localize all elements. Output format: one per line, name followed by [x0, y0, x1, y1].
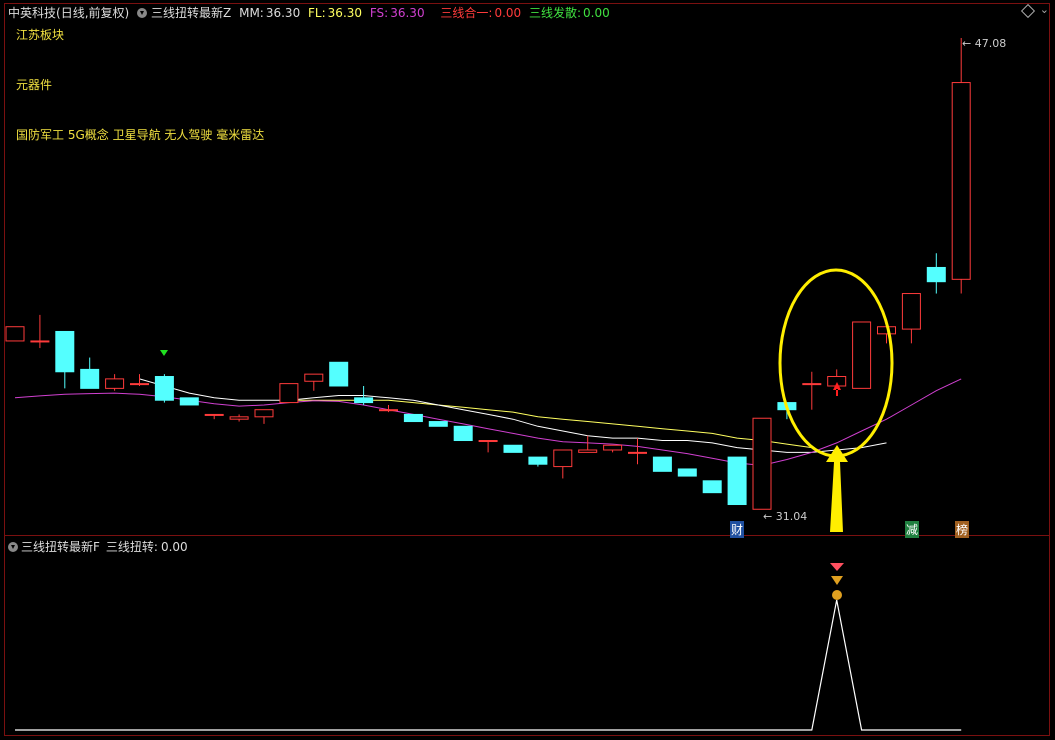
candle-down: [677, 468, 697, 477]
candle-up: [478, 440, 498, 443]
candle-up: [553, 449, 573, 468]
gem-icon: [830, 563, 844, 571]
candle-down: [80, 368, 100, 389]
candle-down: [329, 361, 349, 387]
candle-down: [428, 421, 448, 427]
candle-down: [503, 444, 523, 453]
candle-down: [154, 376, 174, 401]
rank-marker[interactable]: 榜: [955, 521, 970, 538]
candle-up: [603, 444, 623, 451]
high-price-tag: ← 47.08: [962, 37, 1007, 50]
candle-up: [304, 373, 324, 382]
candle-up: [752, 417, 772, 510]
sub-indicator-menu-icon[interactable]: [8, 542, 18, 552]
ma-slow-line: [288, 399, 812, 449]
candle-down: [652, 456, 672, 472]
candle-up: [628, 451, 647, 454]
candle-up: [951, 82, 971, 280]
reduce-marker[interactable]: 减: [905, 521, 920, 538]
candle-up: [802, 383, 822, 386]
candle-down: [528, 456, 548, 465]
candle-up: [229, 416, 249, 420]
candle-down: [926, 266, 946, 283]
trophy-icon: [831, 576, 843, 585]
sub-pane-header: 三线扭转最新F 三线扭转: 0.00: [8, 538, 188, 555]
low-price-value: 31.04: [775, 510, 808, 523]
candle-up: [279, 383, 299, 404]
candle-down: [403, 413, 423, 423]
candle-down: [55, 330, 75, 373]
highlight-ellipse: [778, 268, 894, 458]
highlight-arrow: [826, 445, 848, 532]
low-price-tag: ← 31.04: [763, 510, 808, 523]
candle-up: [852, 321, 872, 389]
candle-up: [30, 340, 50, 343]
candle-down: [354, 397, 374, 404]
sub-indicator-name[interactable]: 三线扭转最新F: [21, 540, 100, 554]
sub-value: 0.00: [160, 540, 188, 554]
signal-down-arrow: [160, 350, 168, 356]
candle-down: [179, 397, 199, 406]
candle-up: [130, 383, 149, 386]
candle-down: [727, 456, 747, 506]
finance-marker[interactable]: 财: [730, 521, 745, 538]
candle-down: [702, 480, 722, 494]
sub-indicator-line: [15, 599, 962, 731]
money-bag-icon: [832, 590, 842, 600]
candle-down: [453, 425, 473, 442]
sub-label: 三线扭转:: [105, 540, 158, 554]
candle-up: [901, 293, 921, 330]
candle-up: [204, 413, 224, 416]
ma-fast-line: [139, 378, 887, 453]
candle-up: [578, 449, 598, 453]
high-price-value: 47.08: [974, 37, 1007, 50]
candle-up: [5, 326, 25, 342]
candle-up: [254, 409, 274, 418]
candle-up: [379, 409, 398, 412]
candlestick-chart[interactable]: [0, 0, 1055, 740]
candle-up: [105, 378, 125, 389]
